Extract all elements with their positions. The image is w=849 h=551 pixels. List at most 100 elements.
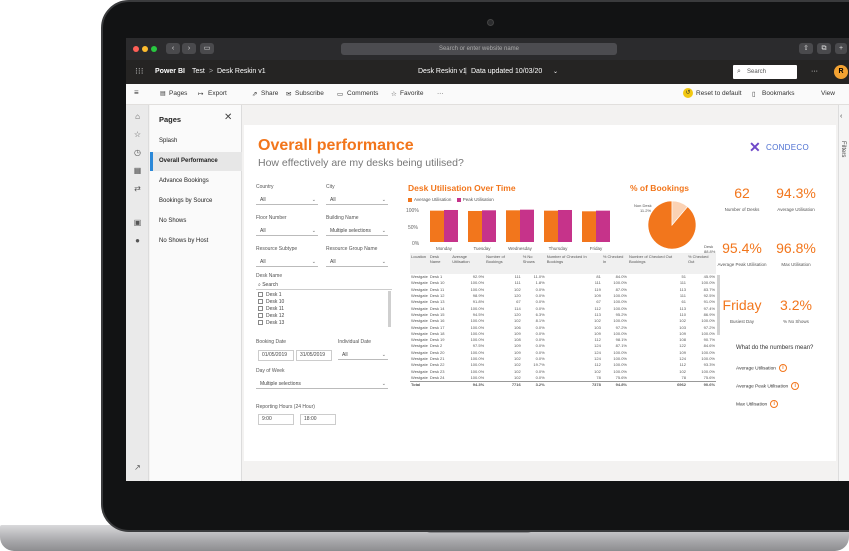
checkbox-icon[interactable]: [258, 320, 263, 326]
favorites-icon[interactable]: ☆: [132, 129, 143, 140]
help-max-utilisation[interactable]: Max Utilisation i: [736, 400, 779, 408]
day-of-week-dropdown[interactable]: Multiple selections ⌄: [256, 379, 388, 389]
shared-icon[interactable]: ⇄: [132, 183, 143, 194]
search-input[interactable]: ⌕ Search: [733, 65, 797, 79]
checkbox-icon[interactable]: [258, 313, 263, 319]
hours-to[interactable]: 18:00: [300, 414, 336, 425]
bar-average-friday[interactable]: [582, 211, 596, 242]
page-bookings-by-source[interactable]: Bookings by Source: [150, 192, 242, 211]
bar-average-monday[interactable]: [430, 210, 444, 242]
avatar[interactable]: R: [834, 65, 848, 79]
individual-date-dropdown[interactable]: All ⌄: [338, 350, 388, 360]
share-icon[interactable]: ⇧: [799, 43, 813, 54]
filters-pane-collapsed[interactable]: ‹ Filters: [838, 105, 849, 481]
checkbox-icon[interactable]: [258, 299, 263, 305]
city-dropdown[interactable]: All ⌄: [326, 195, 388, 205]
column-header[interactable]: Number of Checked Out Bookings: [627, 253, 687, 274]
app-launcher-icon[interactable]: ⁝⁝⁝: [135, 66, 144, 77]
breadcrumb-report[interactable]: Desk Reskin v1: [217, 68, 266, 75]
browser-titlebar: ‹ › ▭ Search or enter website name ⇧ ⧉ +: [126, 38, 849, 60]
building-dropdown[interactable]: Multiple selections ⌄: [326, 226, 388, 236]
column-header[interactable]: Desk Name: [428, 253, 452, 274]
home-icon[interactable]: ⌂: [132, 111, 143, 122]
filters-tab[interactable]: Filters: [840, 141, 846, 157]
help-average-utilisation[interactable]: Average Utilisation i: [736, 364, 787, 372]
minimize-window-icon[interactable]: [142, 46, 148, 52]
account-icon[interactable]: ●: [132, 235, 143, 246]
column-header[interactable]: Number of Checked In Bookings: [545, 253, 602, 274]
bar-peak-thursday[interactable]: [558, 209, 572, 242]
column-header[interactable]: Average Utilisation: [451, 253, 486, 274]
bar-average-wednesday[interactable]: [506, 210, 520, 242]
checkbox-icon[interactable]: [258, 306, 263, 312]
bar-average-thursday[interactable]: [544, 210, 558, 242]
desk-list-scrollbar[interactable]: [388, 291, 391, 327]
page-splash[interactable]: Splash: [150, 132, 242, 151]
export-button[interactable]: Export: [208, 90, 227, 97]
desk-checkbox[interactable]: Desk 13: [256, 320, 386, 327]
back-icon[interactable]: ‹: [166, 43, 180, 54]
data-updated[interactable]: Data updated 10/03/20: [471, 68, 542, 75]
comments-button[interactable]: Comments: [347, 90, 378, 97]
more-actions-button[interactable]: ···: [437, 90, 444, 97]
subtype-dropdown[interactable]: All ⌄: [256, 257, 318, 267]
help-average-peak-utilisation[interactable]: Average Peak Utilisation i: [736, 382, 800, 390]
recent-icon[interactable]: ◷: [132, 147, 143, 158]
desk-checkbox[interactable]: Desk 11: [256, 306, 386, 313]
column-header[interactable]: Number of Bookings: [485, 253, 522, 274]
table-scrollbar[interactable]: [717, 275, 720, 335]
close-window-icon[interactable]: [133, 46, 139, 52]
page-no-shows[interactable]: No Shows: [150, 212, 242, 231]
expand-icon[interactable]: ↗: [132, 462, 143, 473]
app-name[interactable]: Power BI: [155, 68, 185, 75]
info-icon[interactable]: i: [770, 400, 779, 408]
bar-peak-friday[interactable]: [596, 210, 610, 242]
desk-checkbox[interactable]: Desk 10: [256, 299, 386, 306]
subscribe-button[interactable]: Subscribe: [295, 90, 324, 97]
column-header[interactable]: % Checked Out: [686, 253, 716, 274]
info-icon[interactable]: i: [778, 364, 787, 372]
bar-peak-monday[interactable]: [444, 209, 458, 242]
breadcrumb-workspace[interactable]: Test: [192, 68, 205, 75]
booking-date-from[interactable]: 01/05/2019: [258, 350, 294, 361]
desk-checkbox[interactable]: Desk 12: [256, 313, 386, 320]
bar-average-tuesday[interactable]: [468, 210, 482, 242]
pages-button[interactable]: Pages: [169, 90, 187, 97]
more-options-icon[interactable]: ···: [811, 68, 818, 75]
view-button[interactable]: View: [821, 90, 835, 97]
bar-peak-wednesday[interactable]: [520, 209, 534, 242]
country-dropdown[interactable]: All ⌄: [256, 195, 318, 205]
sidebar-toggle-icon[interactable]: ▭: [200, 43, 214, 54]
hours-from[interactable]: 9:00: [258, 414, 294, 425]
group-dropdown[interactable]: All ⌄: [326, 257, 388, 267]
tabs-icon[interactable]: ⧉: [817, 43, 831, 54]
bookmark-icon: ▯: [752, 91, 756, 98]
chevron-down-icon[interactable]: ⌄: [553, 68, 558, 75]
page-advance-bookings[interactable]: Advance Bookings: [150, 172, 242, 191]
page-overall-performance[interactable]: Overall Performance: [150, 152, 242, 171]
new-tab-icon[interactable]: +: [835, 43, 847, 54]
bookmarks-button[interactable]: Bookmarks: [762, 90, 795, 97]
booking-date-to[interactable]: 31/05/2019: [296, 350, 332, 361]
desk-search-input[interactable]: ⌕ Search: [256, 281, 392, 290]
page-no-shows-by-host[interactable]: No Shows by Host: [150, 232, 242, 251]
chevron-left-icon[interactable]: ‹: [840, 113, 842, 120]
info-icon[interactable]: i: [791, 382, 800, 390]
desk-checkbox[interactable]: Desk 1: [256, 292, 386, 299]
workspaces-icon[interactable]: ▣: [132, 217, 143, 228]
close-icon[interactable]: ✕: [224, 112, 232, 123]
address-bar[interactable]: Search or enter website name: [341, 43, 617, 55]
checkbox-icon[interactable]: [258, 292, 263, 298]
column-header[interactable]: % No Shows: [521, 253, 546, 274]
bar-peak-tuesday[interactable]: [482, 210, 496, 242]
column-header[interactable]: Location: [410, 253, 429, 274]
menu-icon[interactable]: ≡: [134, 88, 139, 97]
apps-icon[interactable]: ▦: [132, 165, 143, 176]
column-header[interactable]: % Checked In: [601, 253, 628, 274]
favorite-button[interactable]: Favorite: [400, 90, 423, 97]
forward-icon[interactable]: ›: [182, 43, 196, 54]
floor-dropdown[interactable]: All ⌄: [256, 226, 318, 236]
reset-button[interactable]: Reset to default: [696, 90, 742, 97]
share-button[interactable]: Share: [261, 90, 278, 97]
maximize-window-icon[interactable]: [151, 46, 157, 52]
